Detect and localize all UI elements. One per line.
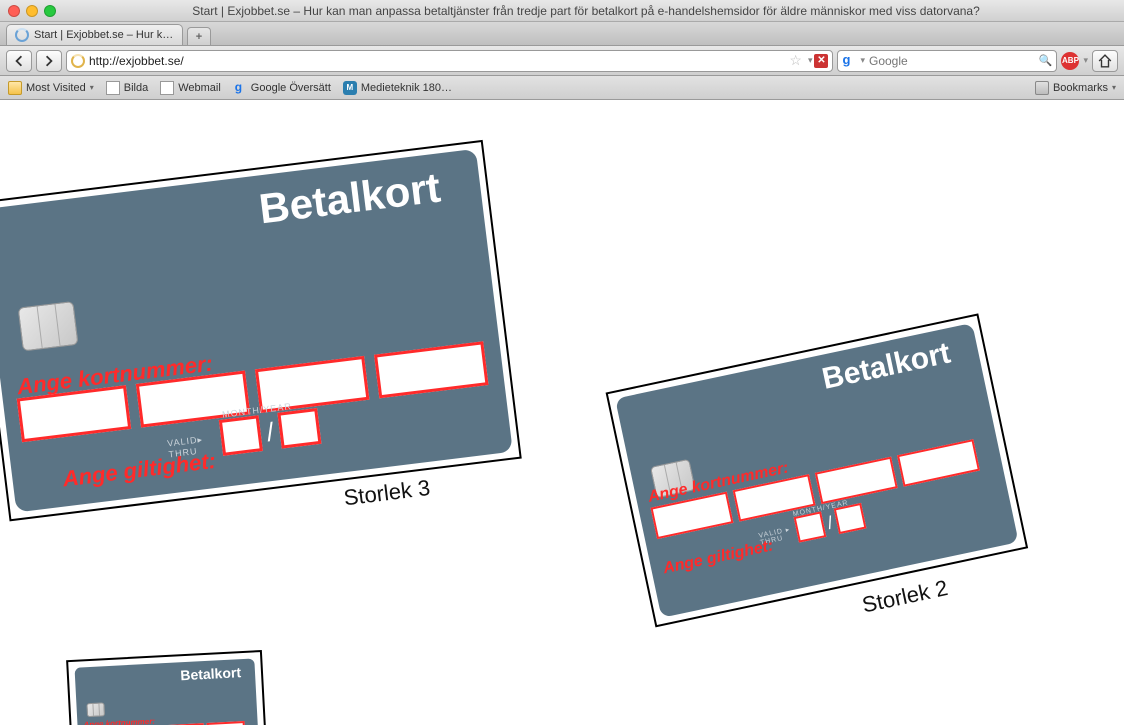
- home-icon: [1098, 54, 1112, 68]
- card-brand: Betalkort: [256, 164, 443, 234]
- card-number-label: Ange kortnummer:: [83, 717, 155, 725]
- card-number-input-4[interactable]: [207, 721, 246, 725]
- card-size-3: Betalkort Ange kortnummer: VALID▸THRU MO…: [0, 140, 526, 552]
- google-icon: [233, 81, 247, 95]
- page-icon: [106, 81, 120, 95]
- new-tab-button[interactable]: +: [187, 27, 211, 45]
- search-input[interactable]: [869, 54, 1039, 68]
- payment-card: Betalkort Ange kortnummer: VALID▸THRU MO…: [75, 658, 261, 725]
- adblock-dropdown-icon[interactable]: ▾: [1083, 55, 1088, 66]
- window-titlebar: Start | Exjobbet.se – Hur kan man anpass…: [0, 0, 1124, 22]
- site-favicon-icon: [71, 54, 85, 68]
- bookmark-star-icon[interactable]: ☆: [789, 52, 802, 69]
- bookmark-label: Webmail: [178, 82, 221, 94]
- payment-card: Betalkort Ange kortnummer: VALID▸THRU MO…: [0, 149, 513, 513]
- card-frame: Betalkort Ange kortnummer: VALID▸THRU MO…: [0, 140, 522, 521]
- card-size-2: Betalkort Ange kortnummer: VALID ▸THRU M…: [606, 313, 1036, 661]
- expiry-slash: /: [825, 512, 834, 534]
- expiry-year-input[interactable]: [834, 503, 867, 534]
- bookmarks-menu[interactable]: Bookmarks ▾: [1035, 81, 1116, 95]
- search-engine-dropdown-icon[interactable]: ▾: [860, 55, 865, 66]
- adblock-icon[interactable]: ABP: [1061, 52, 1079, 70]
- bookmark-medieteknik[interactable]: M Medieteknik 180…: [343, 81, 452, 95]
- window-minimize-button[interactable]: [26, 5, 38, 17]
- url-bar[interactable]: ☆ ▾ ✕: [66, 50, 833, 72]
- dropdown-icon: ▾: [90, 83, 94, 92]
- dropdown-icon: ▾: [1112, 83, 1116, 92]
- back-button[interactable]: [6, 50, 32, 72]
- search-magnifier-icon[interactable]: 🔍: [1039, 54, 1053, 67]
- expiry-year-input[interactable]: [278, 408, 322, 449]
- card-brand: Betalkort: [819, 337, 953, 397]
- bookmark-label: Most Visited: [26, 82, 86, 94]
- expiry-month-input[interactable]: [794, 511, 827, 542]
- card-number-input-4[interactable]: [374, 341, 489, 398]
- window-close-button[interactable]: [8, 5, 20, 17]
- card-number-input-3[interactable]: [815, 457, 898, 505]
- tab-strip: Start | Exjobbet.se – Hur kan m… +: [0, 22, 1124, 46]
- card-frame: Betalkort Ange kortnummer: VALID▸THRU MO…: [66, 650, 268, 725]
- bookmark-label: Google Översätt: [251, 82, 331, 94]
- nav-toolbar: ☆ ▾ ✕ ▾ 🔍 ABP ▾: [0, 46, 1124, 76]
- chip-icon: [86, 702, 105, 717]
- bookmark-webmail[interactable]: Webmail: [160, 81, 221, 95]
- search-bar[interactable]: ▾ 🔍: [837, 50, 1057, 72]
- chip-icon: [18, 301, 79, 351]
- bookmark-label: Medieteknik 180…: [361, 82, 452, 94]
- bookmark-google-translate[interactable]: Google Översätt: [233, 81, 331, 95]
- expiry-month-input[interactable]: [219, 415, 263, 456]
- page-content: Betalkort Ange kortnummer: VALID▸THRU MO…: [0, 100, 1124, 725]
- url-dropdown-icon[interactable]: ▾: [808, 55, 813, 66]
- tab-favicon-loading-icon: [15, 28, 29, 42]
- bookmark-bilda[interactable]: Bilda: [106, 81, 148, 95]
- card-size-1: Betalkort Ange kortnummer: VALID▸THRU MO…: [66, 650, 270, 725]
- card-number-input-4[interactable]: [897, 439, 980, 487]
- tab-title: Start | Exjobbet.se – Hur kan m…: [34, 29, 174, 41]
- back-arrow-icon: [13, 55, 25, 67]
- bookmark-label: Bookmarks: [1053, 82, 1108, 94]
- window-zoom-button[interactable]: [44, 5, 56, 17]
- forward-button[interactable]: [36, 50, 62, 72]
- forward-arrow-icon: [43, 55, 55, 67]
- expiry-slash: /: [265, 416, 276, 448]
- bookmark-most-visited[interactable]: Most Visited ▾: [8, 81, 94, 95]
- bookmark-label: Bilda: [124, 82, 148, 94]
- bookmarks-folder-icon: [1035, 81, 1049, 95]
- bookmarks-toolbar: Most Visited ▾ Bilda Webmail Google Över…: [0, 76, 1124, 100]
- page-icon: [160, 81, 174, 95]
- card-validity-label: Ange giltighet:: [662, 537, 775, 578]
- url-input[interactable]: [89, 54, 785, 68]
- browser-tab[interactable]: Start | Exjobbet.se – Hur kan m…: [6, 24, 183, 45]
- most-visited-icon: [8, 81, 22, 95]
- card-brand: Betalkort: [180, 664, 241, 683]
- stop-button[interactable]: ✕: [814, 54, 828, 68]
- card-validity-label: Ange giltighet:: [61, 448, 217, 493]
- medieteknik-icon: M: [343, 81, 357, 95]
- home-button[interactable]: [1092, 50, 1118, 72]
- window-title: Start | Exjobbet.se – Hur kan man anpass…: [56, 4, 1116, 18]
- google-icon: [842, 54, 856, 68]
